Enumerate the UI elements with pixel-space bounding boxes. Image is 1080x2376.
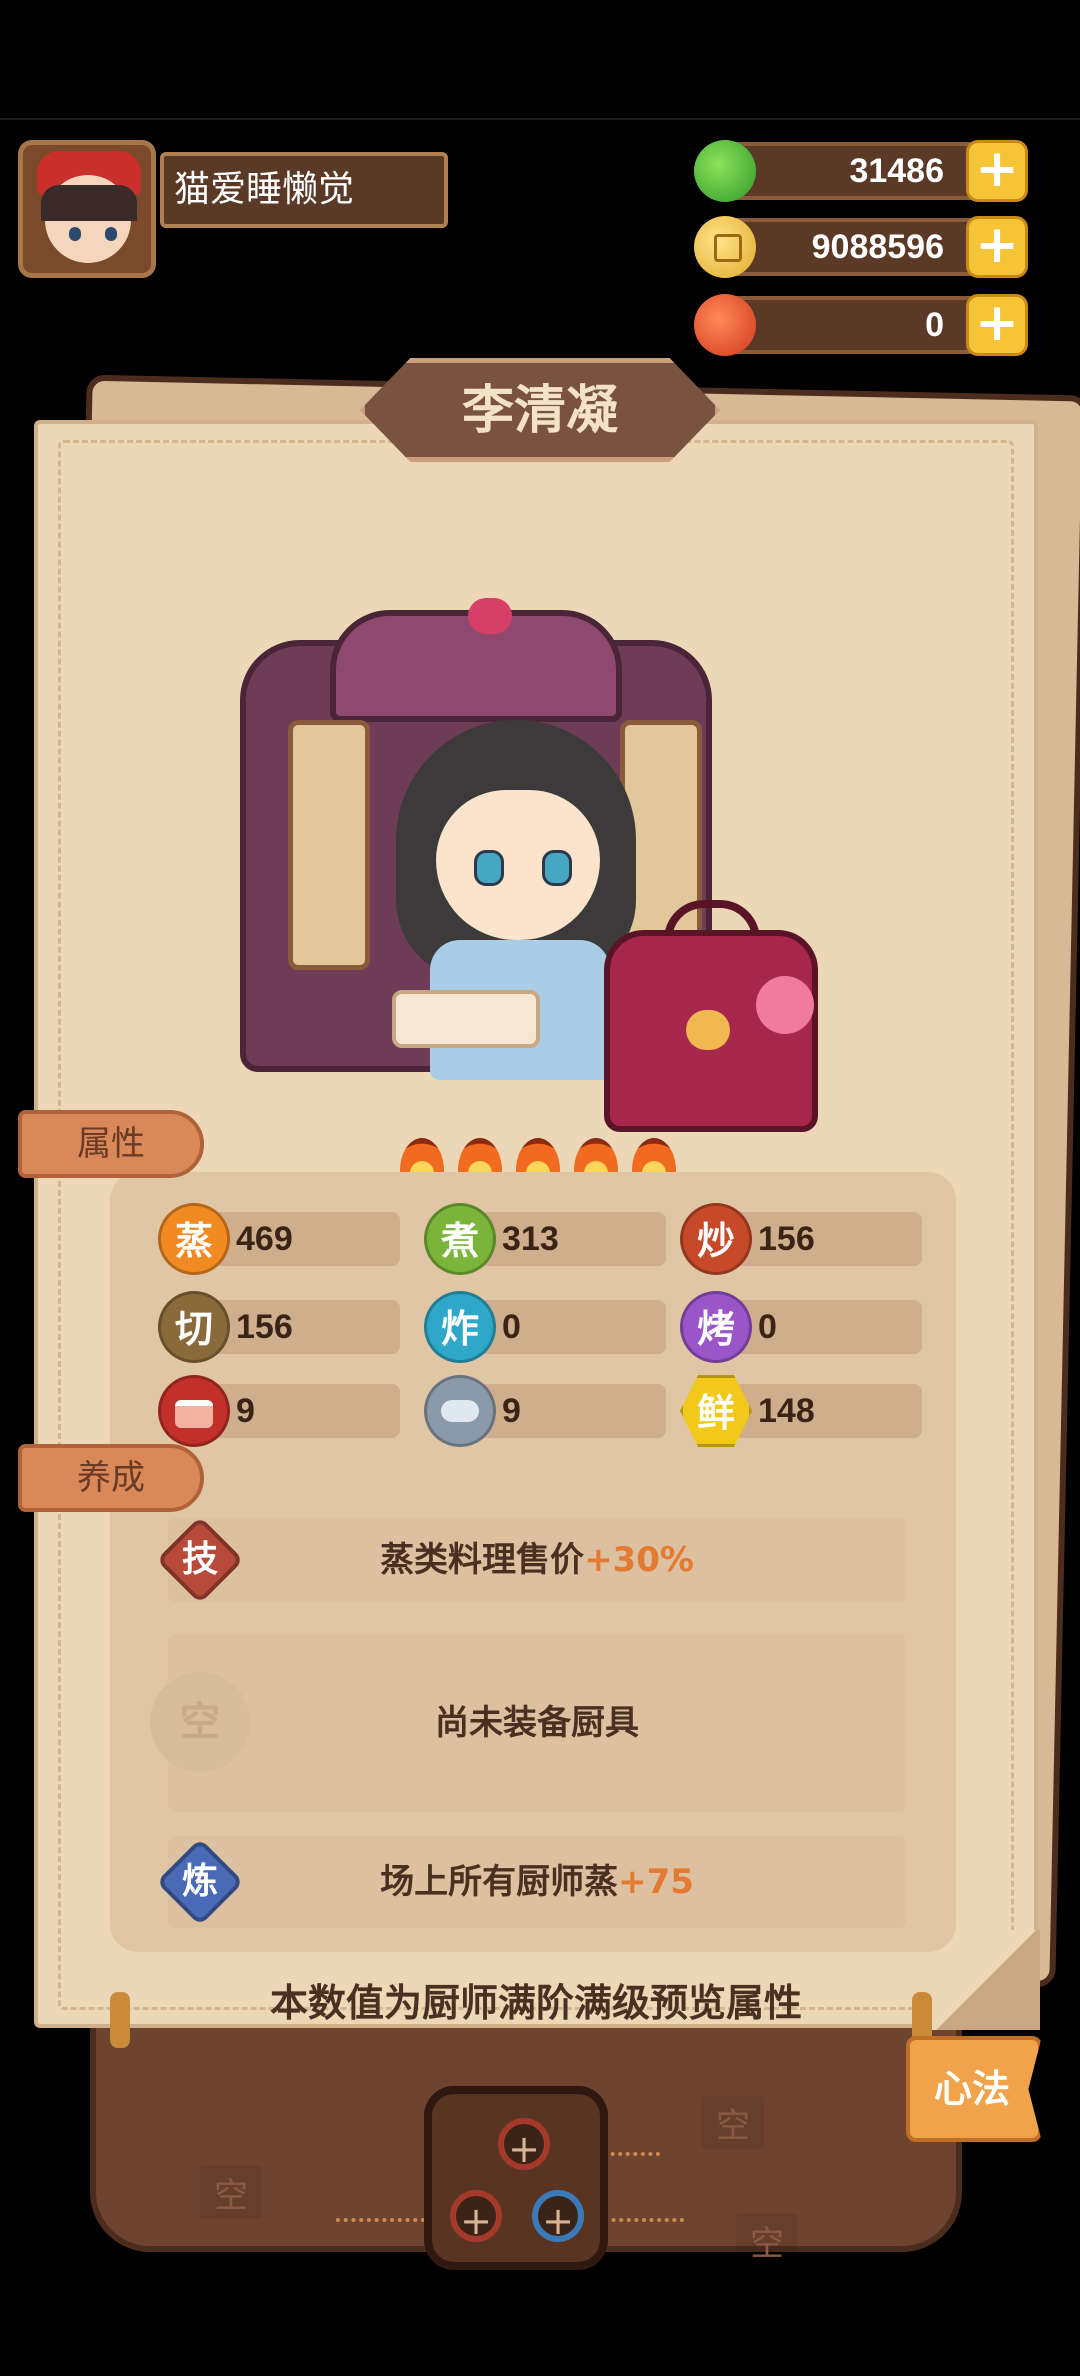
refine-description: 场上所有厨师蒸+75 (380, 1862, 694, 1902)
fry-icon: 炸 (424, 1291, 496, 1363)
empty-slot-label[interactable]: 空 (736, 2214, 798, 2267)
resource-jade-value: 31486 (849, 152, 944, 190)
roast-icon: 烤 (680, 1291, 752, 1363)
add-slot-button[interactable]: + (532, 2190, 584, 2243)
stat-value: 469 (236, 1220, 293, 1258)
add-slot-button[interactable]: + (450, 2190, 502, 2243)
throne-gem (468, 598, 512, 634)
stat-fry: 炸 0 (424, 1291, 674, 1363)
avatar-eye (69, 227, 81, 241)
chef-name: 李清凝 (461, 381, 618, 441)
add-slot-button[interactable]: + (498, 2118, 550, 2171)
meat-icon (158, 1375, 230, 1447)
resource-coin: 9088596 + (694, 216, 1028, 278)
stat-cut: 切 156 (158, 1291, 408, 1363)
player-name: 猫爱睡懒觉 (160, 152, 448, 228)
chest-lock (686, 1010, 730, 1050)
tab-attributes[interactable]: 属性 (18, 1110, 204, 1178)
resource-coin-value: 9088596 (811, 228, 944, 266)
stat-meat: 9 (158, 1375, 408, 1447)
scroll-pin (110, 1992, 130, 2048)
stat-value: 0 (758, 1308, 777, 1346)
stat-value: 313 (502, 1220, 559, 1258)
refine-badge: 炼 (156, 1838, 244, 1926)
skill-row[interactable]: 蒸类料理售价+30% (168, 1518, 906, 1602)
refine-row[interactable]: 场上所有厨师蒸+75 (168, 1836, 906, 1928)
chef-face (436, 790, 600, 940)
empty-slot-label[interactable]: 空 (702, 2096, 764, 2149)
resource-fire: 0 + (694, 294, 1028, 356)
avatar-hair (41, 185, 137, 221)
xinfa-slot-panel (424, 2086, 608, 2270)
equipment-row[interactable]: 尚未装备厨具 (168, 1634, 906, 1812)
equipment-description: 尚未装备厨具 (435, 1703, 639, 1743)
jade-icon (694, 140, 756, 202)
stat-value: 156 (236, 1308, 293, 1346)
cut-icon: 切 (158, 1291, 230, 1363)
skill-description: 蒸类料理售价+30% (380, 1540, 694, 1580)
stat-value: 0 (502, 1308, 521, 1346)
top-divider (0, 118, 1080, 120)
add-coin-button[interactable]: + (966, 216, 1028, 278)
chef-eye (542, 850, 572, 886)
steam-icon: 蒸 (158, 1203, 230, 1275)
stat-value: 9 (236, 1392, 255, 1430)
skill-badge: 技 (156, 1516, 244, 1604)
stat-value: 156 (758, 1220, 815, 1258)
coin-icon (694, 216, 756, 278)
resource-jade: 31486 + (694, 140, 1028, 202)
stat-value: 9 (502, 1392, 521, 1430)
fish-icon (424, 1375, 496, 1447)
avatar-eye (105, 227, 117, 241)
chest-flower (756, 976, 814, 1034)
stat-stirfry: 炒 156 (680, 1203, 930, 1275)
preview-note: 本数值为厨师满阶满级预览属性 (269, 1981, 802, 2025)
boil-icon: 煮 (424, 1203, 496, 1275)
stat-value: 148 (758, 1392, 815, 1430)
tab-cultivation[interactable]: 养成 (18, 1444, 204, 1512)
stat-boil: 煮 313 (424, 1203, 674, 1275)
stat-steam: 蒸 469 (158, 1203, 408, 1275)
player-avatar[interactable] (18, 140, 156, 278)
connector-line (604, 2218, 684, 2222)
add-fire-button[interactable]: + (966, 294, 1028, 356)
stat-fresh: 鲜 148 (680, 1375, 930, 1447)
throne-pillar (288, 720, 370, 970)
add-jade-button[interactable]: + (966, 140, 1028, 202)
empty-slot-label[interactable]: 空 (200, 2166, 262, 2219)
resource-fire-value: 0 (925, 306, 944, 344)
chef-food-plate (392, 990, 540, 1048)
stat-fish: 9 (424, 1375, 674, 1447)
equipment-empty-slot[interactable]: 空 (150, 1672, 250, 1772)
chef-eye (474, 850, 504, 886)
stat-roast: 烤 0 (680, 1291, 930, 1363)
fire-icon (694, 294, 756, 356)
xinfa-button[interactable]: 心法 (906, 2036, 1042, 2142)
stirfry-icon: 炒 (680, 1203, 752, 1275)
